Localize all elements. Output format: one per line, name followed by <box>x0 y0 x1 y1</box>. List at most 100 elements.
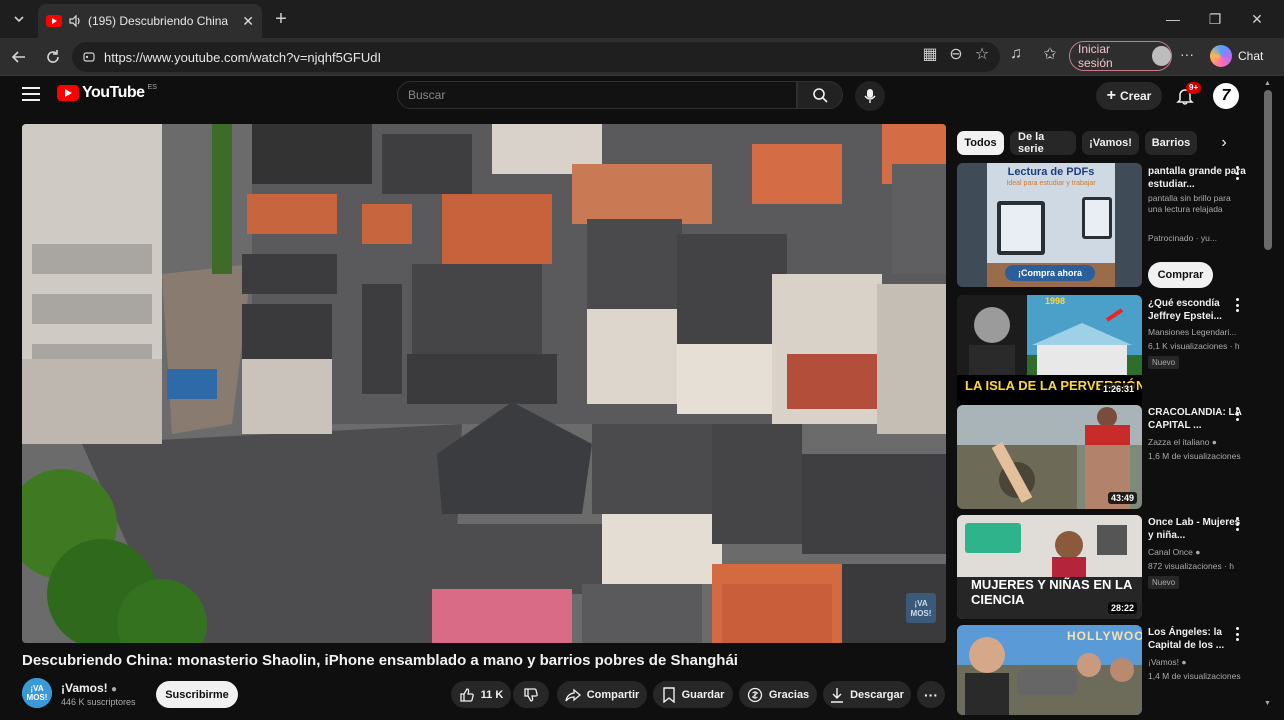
rec-title-3[interactable]: CRACOLANDIA: LA CAPITAL ... <box>1148 406 1246 432</box>
thanks-label: Gracias <box>768 688 810 701</box>
rec-meta-3b: 1,6 M de visualizaciones <box>1148 451 1241 461</box>
channel-avatar[interactable]: ¡VA MOS! <box>22 678 52 708</box>
video-title: Descubriendo China: monasterio Shaolin, … <box>22 652 738 669</box>
rec-menu-2[interactable] <box>1234 298 1240 312</box>
rec-thumbnail-5[interactable]: HOLLYWOOD <box>957 625 1142 715</box>
rec-thumbnail-2[interactable]: 1998 LA ISLA DE LA PERVERSIÓN 1:26:31 <box>957 295 1142 419</box>
youtube-wordmark: YouTube <box>82 84 145 101</box>
scroll-down-icon[interactable]: ▼ <box>1264 700 1272 708</box>
buy-button[interactable]: Comprar <box>1148 262 1213 288</box>
rec-thumb-2-year: 1998 <box>1045 296 1066 306</box>
rec-menu-3[interactable] <box>1234 407 1240 421</box>
verified-icon: ● <box>1181 657 1187 667</box>
rec-meta-2b: 6,1 K visualizaciones · h <box>1148 341 1240 351</box>
app-available-icon[interactable]: ▦ <box>920 44 940 64</box>
share-button[interactable]: Compartir <box>557 681 647 708</box>
minimize-button[interactable]: — <box>1162 8 1184 30</box>
tab-bar: (195) Descubriendo China: m ✕ + — ❐ ✕ <box>0 0 1284 38</box>
like-button[interactable]: 11 K <box>451 681 511 708</box>
rec-thumb-5-caption: HOLLYWOOD <box>1067 629 1142 643</box>
tab-title: (195) Descubriendo China: m <box>88 14 228 28</box>
reload-button[interactable] <box>40 44 66 70</box>
video-frame-aerial-city <box>22 124 946 643</box>
download-button[interactable]: Descargar <box>823 681 911 708</box>
plus-icon: + <box>1106 87 1116 104</box>
thanks-button[interactable]: Gracias <box>739 681 817 708</box>
thanks-icon <box>747 687 762 702</box>
vamos-channel-logo: ¡VAMOS! <box>22 678 52 708</box>
region-code: ES <box>147 83 157 91</box>
speaker-icon[interactable] <box>68 14 82 28</box>
create-button[interactable]: + Crear <box>1096 82 1162 110</box>
search-button[interactable] <box>797 81 843 109</box>
verified-icon: ● <box>1195 547 1201 557</box>
more-horizontal-icon: ··· <box>924 686 938 703</box>
notification-count-badge: 9+ <box>1186 82 1202 94</box>
rec-channel-4: Canal Once <box>1148 547 1193 557</box>
account-avatar[interactable]: 7 <box>1213 83 1239 109</box>
chip-all[interactable]: Todos <box>957 131 1004 155</box>
rec-title-2[interactable]: ¿Qué escondía Jeffrey Epstei... <box>1148 297 1246 323</box>
rec-title-4[interactable]: Once Lab - Mujeres y niña... <box>1148 516 1246 542</box>
scroll-up-icon[interactable]: ▲ <box>1264 80 1272 88</box>
rec-meta-1a: pantalla sin brillo para una lectura rel… <box>1148 193 1231 214</box>
duration-badge-2: 1:26:31 <box>1099 383 1137 395</box>
search-input[interactable]: Buscar <box>397 81 797 109</box>
copilot-chat-button[interactable]: Chat <box>1210 44 1263 68</box>
voice-search-button[interactable] <box>855 81 885 111</box>
youtube-play-icon <box>57 85 79 101</box>
new-badge-2: Nuevo <box>1148 356 1180 369</box>
site-info-icon[interactable] <box>82 50 96 64</box>
chip-barrios[interactable]: Barrios <box>1145 131 1197 155</box>
chip-vamos[interactable]: ¡Vamos! <box>1082 131 1139 155</box>
save-button[interactable]: Guardar <box>653 681 733 708</box>
signin-label: Iniciar sesión <box>1078 42 1113 70</box>
url-field[interactable]: https://www.youtube.com/watch?v=njqhf5GF… <box>72 42 1000 72</box>
more-actions-button[interactable]: ··· <box>917 681 945 708</box>
close-window-button[interactable]: ✕ <box>1246 8 1268 30</box>
dislike-button[interactable] <box>513 681 549 708</box>
rec-title-1[interactable]: pantalla grande para estudiar... <box>1148 165 1246 191</box>
rec-menu-5[interactable] <box>1234 627 1240 641</box>
chevron-down-icon <box>14 16 24 23</box>
svg-text:¡VA: ¡VA <box>914 599 927 608</box>
new-tab-button[interactable]: + <box>270 8 292 30</box>
subscribe-button[interactable]: Suscribirme <box>156 681 238 708</box>
save-label: Guardar <box>681 688 725 701</box>
chat-label: Chat <box>1238 49 1264 63</box>
back-button[interactable] <box>6 44 32 70</box>
hamburger-menu-icon[interactable] <box>22 87 40 101</box>
thumbs-up-icon <box>460 687 474 702</box>
subscriber-count: 446 K suscriptores <box>61 697 136 707</box>
share-icon <box>565 688 581 701</box>
chevron-right-icon[interactable]: › <box>1214 133 1234 153</box>
favorites-icon[interactable]: ✩ <box>1040 44 1060 64</box>
page-scrollbar-thumb[interactable] <box>1264 90 1272 250</box>
rec-menu-4[interactable] <box>1234 517 1240 531</box>
rec-title-5[interactable]: Los Ángeles: la Capital de los ... <box>1148 626 1246 652</box>
browser-tab-active[interactable]: (195) Descubriendo China: m ✕ <box>38 4 262 38</box>
restore-button[interactable]: ❐ <box>1204 8 1226 30</box>
ad-thumbnail[interactable]: Lectura de PDFs Ideal para estudiar y tr… <box>957 163 1142 287</box>
more-options-icon[interactable]: ··· <box>1180 46 1194 62</box>
rec-meta-4b: 872 visualizaciones · h <box>1148 561 1234 571</box>
youtube-logo[interactable]: YouTube ES <box>57 84 157 102</box>
like-count: 11 K <box>480 688 504 701</box>
chip-series[interactable]: De la serie <box>1010 131 1076 155</box>
copilot-icon <box>1210 45 1232 67</box>
media-control-icon[interactable]: ♫ <box>1006 44 1026 64</box>
zoom-icon[interactable]: ⊖ <box>946 44 966 64</box>
rec-thumbnail-3[interactable]: 43:49 <box>957 405 1142 509</box>
profile-avatar-icon <box>1151 46 1171 66</box>
channel-name[interactable]: ¡Vamos! ● <box>61 681 117 695</box>
rec-meta-5a: ¡Vamos! ● <box>1148 657 1248 668</box>
favorite-star-icon[interactable]: ☆ <box>972 44 992 64</box>
video-player[interactable]: ¡VA MOS! <box>22 124 946 643</box>
rec-thumbnail-4[interactable]: MUJERES Y NIÑAS EN LA CIENCIA 28:22 <box>957 515 1142 619</box>
signin-button[interactable]: Iniciar sesión <box>1069 41 1172 71</box>
vamos-watermark-logo: ¡VAMOS! <box>906 593 936 623</box>
rec-meta-3a: Zazza el italiano ● <box>1148 437 1248 448</box>
tab-list-button[interactable] <box>6 6 32 32</box>
rec-menu-1[interactable] <box>1234 166 1240 180</box>
tab-close-icon[interactable]: ✕ <box>242 13 254 30</box>
